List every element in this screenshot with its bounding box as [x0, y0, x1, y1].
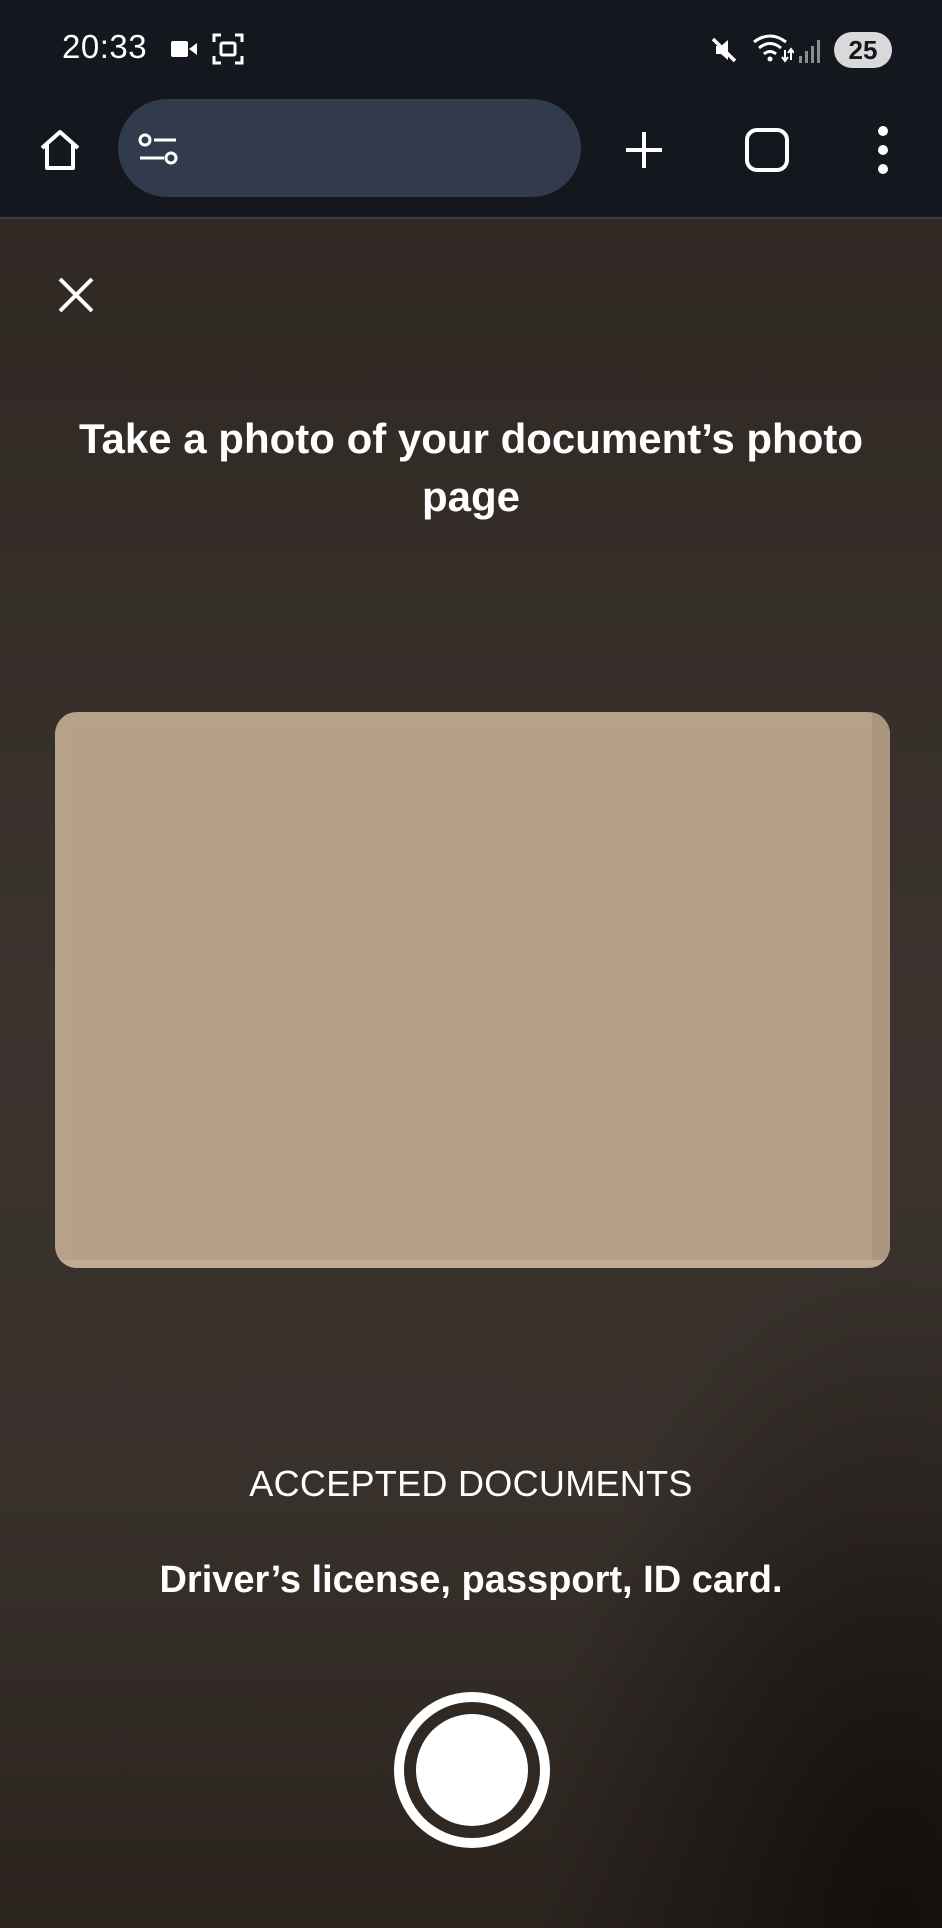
- capture-title: Take a photo of your document’s photo pa…: [79, 415, 863, 520]
- browser-toolbar: [0, 96, 942, 219]
- mute-icon: [711, 37, 737, 63]
- screenshot-icon: [212, 33, 244, 65]
- home-icon[interactable]: [36, 126, 84, 174]
- battery-indicator: 25: [834, 32, 892, 68]
- new-tab-plus-icon[interactable]: [622, 128, 666, 172]
- status-time: 20:33: [62, 28, 148, 65]
- address-bar[interactable]: [118, 99, 581, 197]
- accepted-documents-heading: ACCEPTED DOCUMENTS: [249, 1463, 693, 1504]
- document-edge: [55, 1260, 890, 1268]
- document-preview: [69, 722, 872, 1258]
- signal-icon: [799, 40, 820, 63]
- document-frame: [55, 712, 890, 1268]
- tab-switcher-icon[interactable]: [744, 127, 790, 173]
- video-camera-icon: [171, 41, 197, 57]
- document-edge: [872, 712, 890, 1268]
- wifi-icon: [753, 34, 794, 63]
- close-icon[interactable]: [56, 275, 96, 315]
- status-bar: 20:33 25: [0, 0, 942, 96]
- site-settings-icon[interactable]: [138, 132, 180, 168]
- more-menu-icon[interactable]: [873, 124, 893, 176]
- shutter-core: [416, 1714, 528, 1826]
- shutter-button[interactable]: [394, 1692, 550, 1848]
- accepted-documents-list: Driver’s license, passport, ID card.: [159, 1559, 783, 1601]
- camera-view: Take a photo of your document’s photo pa…: [0, 219, 942, 1928]
